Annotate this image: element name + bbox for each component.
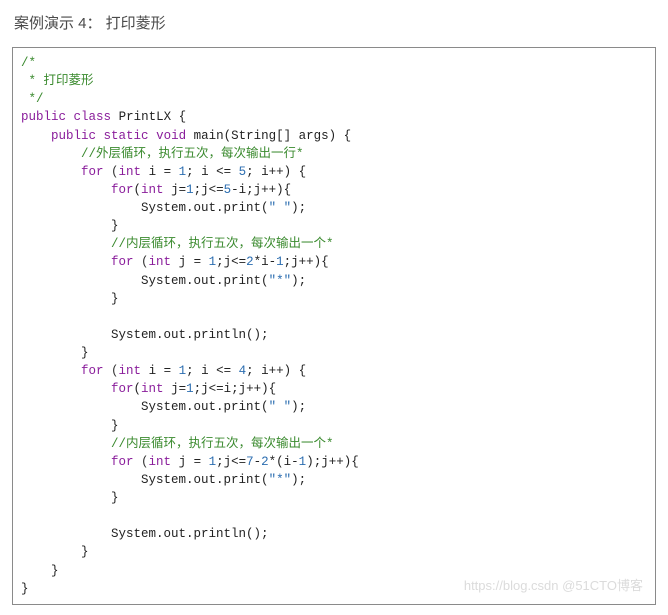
p: *(i- [269, 455, 299, 469]
p: j= [164, 183, 187, 197]
kw-int: int [149, 455, 172, 469]
p: ( [134, 382, 142, 396]
close: ); [291, 473, 306, 487]
kw-static: static [104, 129, 149, 143]
brace-close: } [81, 346, 89, 360]
sop: System.out.print( [141, 201, 269, 215]
p: j = [171, 255, 209, 269]
kw-int: int [149, 255, 172, 269]
str-star: "*" [269, 274, 292, 288]
p: ;j<=i;j++){ [194, 382, 277, 396]
kw-int: int [119, 165, 142, 179]
brace-close: } [111, 219, 119, 233]
p: *i- [254, 255, 277, 269]
brace-close: } [111, 419, 119, 433]
for-step: ; i++) { [246, 364, 306, 378]
num: 2 [261, 455, 269, 469]
for-init: i = [149, 165, 179, 179]
num: 5 [239, 165, 247, 179]
close: ); [291, 201, 306, 215]
p: j= [164, 382, 187, 396]
num: 1 [179, 364, 187, 378]
comment-inner-loop: //内层循环，执行五次，每次输出一个* [111, 237, 334, 251]
kw-int: int [141, 382, 164, 396]
kw-public: public [51, 129, 96, 143]
str-star: "*" [269, 473, 292, 487]
comment-outer-loop: //外层循环，执行五次，每次输出一行* [81, 147, 304, 161]
num: 5 [224, 183, 232, 197]
for-cond: ; i <= [186, 165, 239, 179]
kw-for: for [111, 382, 134, 396]
sig-args: (String[] args) { [224, 129, 352, 143]
close: ); [291, 274, 306, 288]
kw-int: int [141, 183, 164, 197]
brace-close: } [111, 292, 119, 306]
p: ;j<= [194, 183, 224, 197]
p: );j++){ [306, 455, 359, 469]
kw-for: for [81, 364, 104, 378]
p: ;j<= [216, 455, 246, 469]
brace-close: } [81, 545, 89, 559]
num: 1 [186, 382, 194, 396]
comment-close: */ [21, 92, 44, 106]
p: -i;j++){ [231, 183, 291, 197]
comment-open: /* [21, 56, 36, 70]
p: - [254, 455, 262, 469]
str-space: " " [269, 201, 292, 215]
comment-inner-loop: //内层循环，执行五次，每次输出一个* [111, 437, 334, 451]
sop: System.out.print( [141, 473, 269, 487]
kw-int: int [119, 364, 142, 378]
num: 4 [239, 364, 247, 378]
sop: System.out.print( [141, 400, 269, 414]
kw-for: for [111, 255, 134, 269]
for-step: ; i++) { [246, 165, 306, 179]
num: 2 [246, 255, 254, 269]
num: 1 [179, 165, 187, 179]
num: 1 [209, 255, 217, 269]
p: ;j++){ [284, 255, 329, 269]
p: ;j<= [216, 255, 246, 269]
brace-close: } [51, 564, 59, 578]
num: 1 [276, 255, 284, 269]
sopl: System.out.println(); [111, 527, 269, 541]
num: 1 [209, 455, 217, 469]
kw-for: for [81, 165, 104, 179]
class-name: PrintLX [119, 110, 172, 124]
p: ( [134, 183, 142, 197]
brace: { [171, 110, 186, 124]
page-title: 案例演示 4： 打印菱形 [14, 12, 656, 33]
kw-public: public [21, 110, 66, 124]
watermark-text: https://blog.csdn @51CTO博客 [464, 577, 643, 596]
for-cond: ; i <= [186, 364, 239, 378]
kw-for: for [111, 455, 134, 469]
code-block: /* * 打印菱形 */ public class PrintLX { publ… [12, 47, 656, 605]
for-init: i = [149, 364, 179, 378]
kw-void: void [156, 129, 186, 143]
brace-close: } [21, 582, 29, 596]
sopl: System.out.println(); [111, 328, 269, 342]
p: j = [171, 455, 209, 469]
str-space: " " [269, 400, 292, 414]
kw-for: for [111, 183, 134, 197]
close: ); [291, 400, 306, 414]
brace-close: } [111, 491, 119, 505]
sop: System.out.print( [141, 274, 269, 288]
kw-class: class [74, 110, 112, 124]
comment-body: * 打印菱形 [21, 74, 94, 88]
num: 7 [246, 455, 254, 469]
fn-main: main [194, 129, 224, 143]
num: 1 [186, 183, 194, 197]
